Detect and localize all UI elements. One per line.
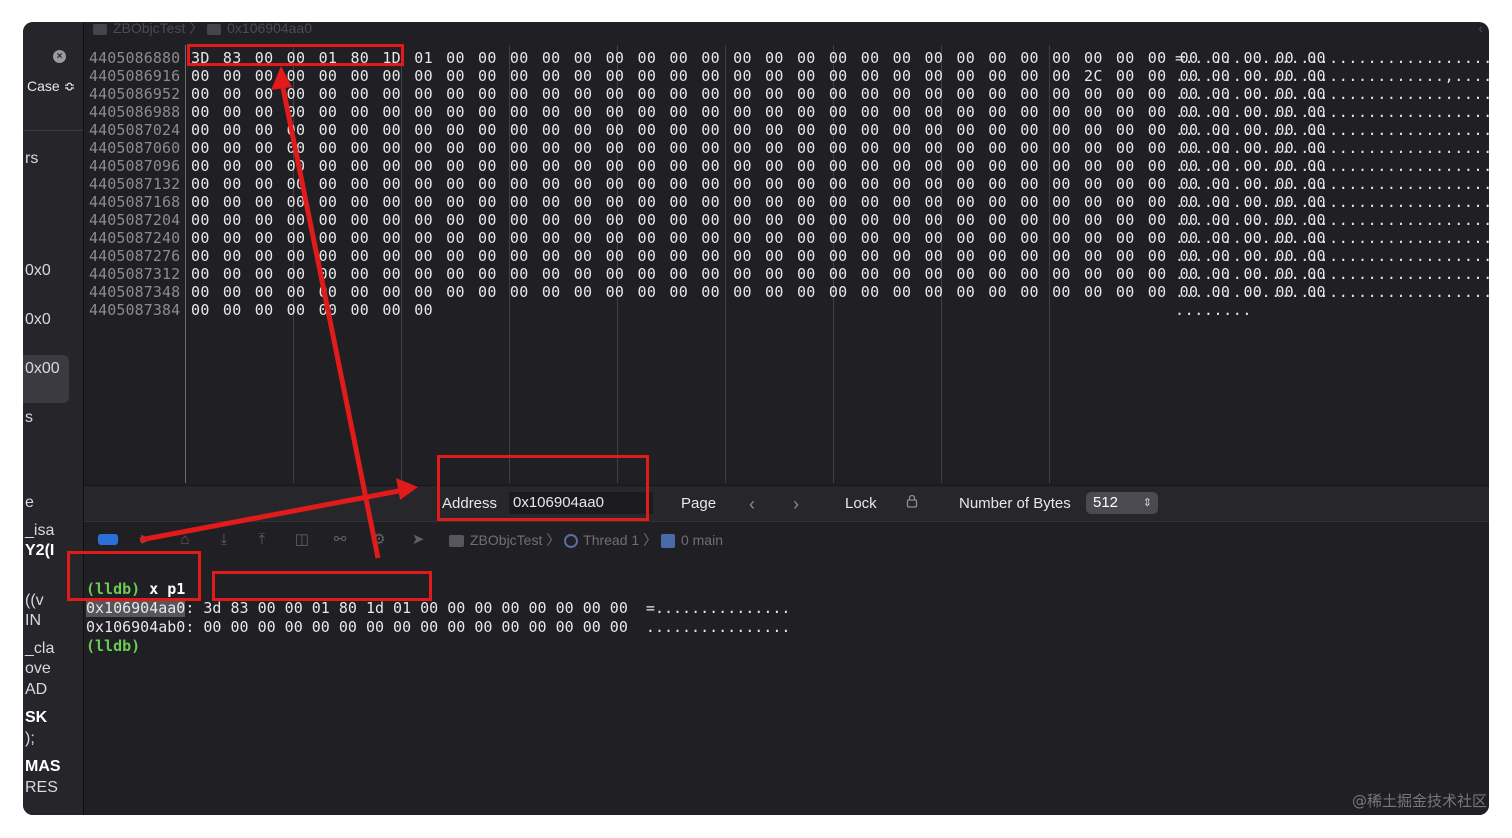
annotation-arrowhead [396, 478, 418, 500]
annotation-arrow-right [139, 487, 405, 543]
annotation-arrowhead [271, 66, 292, 90]
annotation-arrow-up [278, 77, 381, 559]
annotation-arrows [139, 66, 418, 559]
